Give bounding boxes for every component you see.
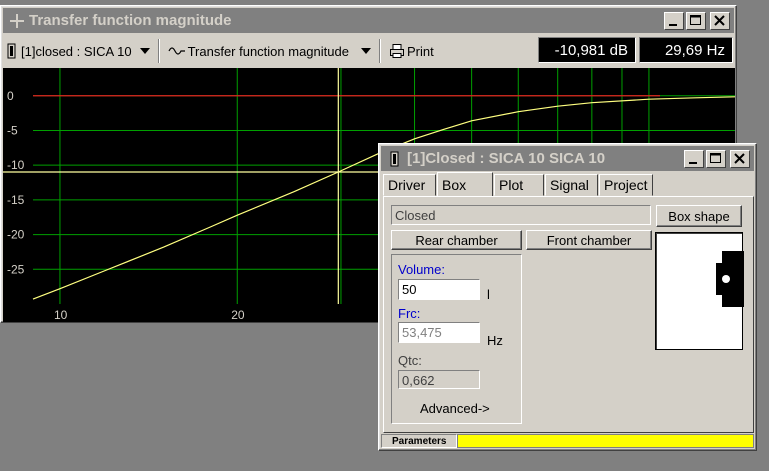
- box-type-field[interactable]: Closed: [391, 205, 651, 225]
- y-tick-label: -20: [7, 228, 25, 242]
- box-shape-drawing: [716, 251, 744, 307]
- graph-select-value: Transfer function magnitude: [187, 43, 349, 59]
- volume-label: Volume:: [398, 262, 445, 277]
- speaker-icon: [387, 151, 403, 167]
- close-button[interactable]: [730, 150, 750, 168]
- project-select[interactable]: [1]closed : SICA 10: [3, 39, 154, 63]
- main-titlebar[interactable]: Transfer function magnitude: [3, 8, 734, 33]
- volume-unit: l: [487, 287, 490, 302]
- close-icon: [714, 15, 725, 26]
- param-titlebar[interactable]: [1]Closed : SICA 10 SICA 10: [381, 146, 754, 171]
- printer-icon: [389, 44, 404, 58]
- main-window-title: Transfer function magnitude: [29, 12, 232, 29]
- x-tick-label: 10: [54, 308, 68, 322]
- graph-select[interactable]: Transfer function magnitude: [164, 39, 375, 63]
- frc-unit: Hz: [487, 333, 503, 348]
- box-shape-button[interactable]: Box shape: [656, 205, 742, 227]
- frc-label: Frc:: [398, 306, 421, 321]
- x-tick-label: 20: [231, 308, 245, 322]
- box-shape-preview: [655, 232, 744, 350]
- tab-project[interactable]: Project: [599, 174, 653, 196]
- tab-box[interactable]: Box: [437, 172, 493, 196]
- status-progress: [457, 434, 754, 448]
- print-label: Print: [406, 43, 434, 59]
- tab-signal[interactable]: Signal: [545, 174, 598, 196]
- box-panel: Closed Box shape Rear chamber Front cham…: [383, 196, 754, 433]
- crosshair-icon: [9, 13, 25, 29]
- speaker-icon: [7, 43, 16, 59]
- project-select-value: [1]closed : SICA 10: [21, 43, 132, 59]
- y-tick-label: -15: [7, 193, 25, 207]
- tab-plot[interactable]: Plot: [494, 174, 544, 196]
- qtc-label: Qtc:: [398, 353, 422, 368]
- parameters-window: [1]Closed : SICA 10 SICA 10 Driver Box P…: [378, 143, 757, 451]
- status-bar: Parameters: [381, 434, 754, 448]
- frequency-readout: 29,69 Hz: [639, 37, 733, 63]
- maximize-icon: [710, 153, 721, 163]
- minimize-icon: [689, 162, 697, 164]
- qtc-value: 0,662: [398, 370, 480, 389]
- maximize-icon: [690, 15, 701, 25]
- toolbar-separator: [378, 39, 381, 63]
- chamber-group: Volume: 50 l Frc: 53,475 Hz Qtc: 0,662 A…: [391, 254, 522, 424]
- sine-wave-icon: [168, 47, 185, 55]
- front-chamber-button[interactable]: Front chamber: [526, 230, 652, 250]
- status-label: Parameters: [381, 434, 458, 448]
- maximize-button[interactable]: [706, 150, 726, 168]
- close-button[interactable]: [710, 12, 730, 30]
- minimize-icon: [669, 24, 677, 26]
- y-tick-label: 0: [7, 89, 14, 103]
- tab-driver[interactable]: Driver: [383, 174, 436, 196]
- chevron-down-icon: [360, 48, 371, 54]
- chevron-down-icon: [139, 48, 150, 54]
- rear-chamber-button[interactable]: Rear chamber: [391, 230, 522, 250]
- y-tick-label: -25: [7, 262, 25, 276]
- param-window-title: [1]Closed : SICA 10 SICA 10: [407, 150, 606, 167]
- y-tick-label: -5: [7, 123, 18, 137]
- level-readout: -10,981 dB: [538, 37, 636, 63]
- volume-input[interactable]: 50: [398, 279, 480, 300]
- advanced-button[interactable]: Advanced->: [420, 401, 490, 416]
- toolbar-separator: [157, 39, 160, 63]
- frc-input[interactable]: 53,475: [398, 322, 480, 343]
- y-tick-label: -10: [7, 158, 25, 172]
- param-tabs: Driver Box Plot Signal Project: [383, 172, 654, 196]
- close-icon: [734, 153, 745, 164]
- print-button[interactable]: Print: [385, 39, 438, 63]
- minimize-button[interactable]: [664, 12, 684, 30]
- minimize-button[interactable]: [684, 150, 704, 168]
- maximize-button[interactable]: [686, 12, 706, 30]
